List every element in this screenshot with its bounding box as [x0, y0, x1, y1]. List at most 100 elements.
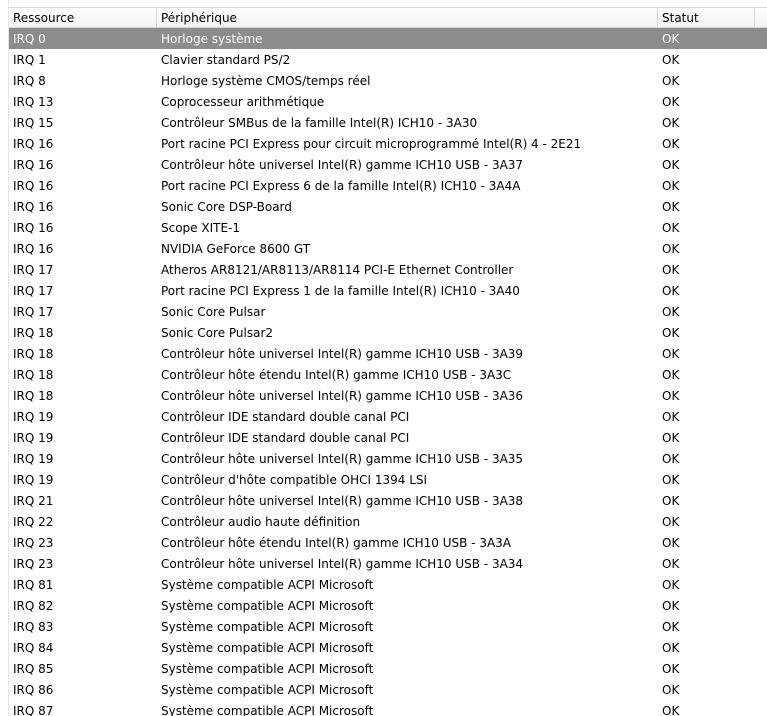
cell-statut: OK: [662, 367, 680, 382]
cell-peripherique: Contrôleur hôte universel Intel(R) gamme…: [161, 556, 524, 571]
cell-peripherique: Système compatible ACPI Microsoft: [161, 682, 374, 697]
cell-ressource: IRQ 0: [13, 31, 46, 46]
cell-statut: OK: [662, 661, 680, 676]
cell-ressource: IRQ 1: [13, 52, 46, 67]
table-row[interactable]: IRQ 81 Système compatible ACPI Microsoft O…: [9, 574, 767, 595]
cell-statut: OK: [662, 388, 680, 403]
table-row[interactable]: IRQ 18 Contrôleur hôte universel Intel(R)…: [9, 343, 767, 364]
cell-ressource: IRQ 15: [13, 115, 54, 130]
cell-ressource: IRQ 23: [13, 535, 54, 550]
cell-statut: OK: [662, 598, 680, 613]
cell-ressource: IRQ 16: [13, 136, 54, 151]
table-row[interactable]: IRQ 16 Sonic Core DSP-Board OK: [9, 196, 767, 217]
table-row[interactable]: IRQ 83 Système compatible ACPI Microsoft O…: [9, 616, 767, 637]
table-row[interactable]: IRQ 19 Contrôleur IDE standard double can…: [9, 406, 767, 427]
cell-ressource: IRQ 16: [13, 199, 54, 214]
cell-statut: OK: [662, 451, 680, 466]
cell-peripherique: Contrôleur hôte universel Intel(R) gamme…: [161, 451, 524, 466]
cell-peripherique: Sonic Core Pulsar: [161, 304, 266, 319]
table-row[interactable]: IRQ 82 Système compatible ACPI Microsoft O…: [9, 595, 767, 616]
cell-statut: OK: [662, 619, 680, 634]
cell-peripherique: NVIDIA GeForce 8600 GT: [161, 241, 311, 256]
cell-peripherique: Coprocesseur arithmétique: [161, 94, 325, 109]
table-row[interactable]: IRQ 16 NVIDIA GeForce 8600 GT OK: [9, 238, 767, 259]
table-row[interactable]: IRQ 16 Port racine PCI Express pour circu…: [9, 133, 767, 154]
column-header-peripherique[interactable]: Périphérique: [157, 8, 658, 27]
cell-statut: OK: [662, 682, 680, 697]
cell-statut: OK: [662, 178, 680, 193]
cell-peripherique: Système compatible ACPI Microsoft: [161, 661, 374, 676]
cell-statut: OK: [662, 241, 680, 256]
table-row[interactable]: IRQ 19 Contrôleur d'hôte compatible OHCI …: [9, 469, 767, 490]
cell-peripherique: Système compatible ACPI Microsoft: [161, 598, 374, 613]
cell-ressource: IRQ 13: [13, 94, 54, 109]
cell-statut: OK: [662, 136, 680, 151]
table-row[interactable]: IRQ 19 Contrôleur IDE standard double can…: [9, 427, 767, 448]
table-row[interactable]: IRQ 13 Coprocesseur arithmétique OK: [9, 91, 767, 112]
table-row[interactable]: IRQ 0 Horloge système OK: [9, 28, 767, 49]
table-row[interactable]: IRQ 86 Système compatible ACPI Microsoft O…: [9, 679, 767, 700]
cell-statut: OK: [662, 703, 680, 716]
cell-statut: OK: [662, 220, 680, 235]
cell-peripherique: Port racine PCI Express 6 de la famille …: [161, 178, 521, 193]
cell-peripherique: Sonic Core DSP-Board: [161, 199, 292, 214]
column-header-filler: [755, 8, 767, 27]
table-row[interactable]: IRQ 22 Contrôleur audio haute définition O…: [9, 511, 767, 532]
cell-statut: OK: [662, 262, 680, 277]
cell-peripherique: Contrôleur IDE standard double canal PCI: [161, 430, 410, 445]
table-row[interactable]: IRQ 18 Contrôleur hôte universel Intel(R)…: [9, 385, 767, 406]
table-row[interactable]: IRQ 8 Horloge système CMOS/temps réel OK: [9, 70, 767, 91]
cell-peripherique: Contrôleur hôte universel Intel(R) gamme…: [161, 493, 524, 508]
table-row[interactable]: IRQ 87 Système compatible ACPI Microsoft O…: [9, 700, 767, 716]
cell-statut: OK: [662, 115, 680, 130]
table-row[interactable]: IRQ 21 Contrôleur hôte universel Intel(R)…: [9, 490, 767, 511]
cell-statut: OK: [662, 430, 680, 445]
cell-statut: OK: [662, 283, 680, 298]
cell-ressource: IRQ 17: [13, 304, 54, 319]
table-row[interactable]: IRQ 17 Port racine PCI Express 1 de la fa…: [9, 280, 767, 301]
table-row[interactable]: IRQ 18 Contrôleur hôte étendu Intel(R) ga…: [9, 364, 767, 385]
table-row[interactable]: IRQ 18 Sonic Core Pulsar2 OK: [9, 322, 767, 343]
table-row[interactable]: IRQ 16 Contrôleur hôte universel Intel(R)…: [9, 154, 767, 175]
cell-ressource: IRQ 18: [13, 388, 54, 403]
cell-peripherique: Contrôleur hôte universel Intel(R) gamme…: [161, 346, 524, 361]
cell-peripherique: Contrôleur hôte étendu Intel(R) gamme IC…: [161, 367, 512, 382]
cell-ressource: IRQ 18: [13, 367, 54, 382]
cell-peripherique: Contrôleur IDE standard double canal PCI: [161, 409, 410, 424]
table-row[interactable]: IRQ 15 Contrôleur SMBus de la famille Int…: [9, 112, 767, 133]
column-header-ressource[interactable]: Ressource: [9, 8, 157, 27]
cell-ressource: IRQ 84: [13, 640, 54, 655]
cell-ressource: IRQ 18: [13, 325, 54, 340]
table-row[interactable]: IRQ 16 Port racine PCI Express 6 de la fa…: [9, 175, 767, 196]
resource-list-view[interactable]: Ressource Périphérique Statut IRQ 0 Horlo…: [0, 0, 767, 716]
table-row[interactable]: IRQ 16 Scope XITE-1 OK: [9, 217, 767, 238]
list-header: Ressource Périphérique Statut: [9, 7, 767, 28]
table-row[interactable]: IRQ 17 Sonic Core Pulsar OK: [9, 301, 767, 322]
table-row[interactable]: IRQ 19 Contrôleur hôte universel Intel(R)…: [9, 448, 767, 469]
cell-peripherique: Contrôleur hôte universel Intel(R) gamme…: [161, 157, 524, 172]
table-row[interactable]: IRQ 84 Système compatible ACPI Microsoft O…: [9, 637, 767, 658]
table-row[interactable]: IRQ 17 Atheros AR8121/AR8113/AR8114 PCI-E…: [9, 259, 767, 280]
table-row[interactable]: IRQ 23 Contrôleur hôte étendu Intel(R) ga…: [9, 532, 767, 553]
cell-peripherique: Horloge système: [161, 31, 263, 46]
cell-peripherique: Horloge système CMOS/temps réel: [161, 73, 371, 88]
cell-statut: OK: [662, 52, 680, 67]
cell-ressource: IRQ 19: [13, 472, 54, 487]
cell-ressource: IRQ 19: [13, 451, 54, 466]
cell-statut: OK: [662, 325, 680, 340]
cell-peripherique: Contrôleur SMBus de la famille Intel(R) …: [161, 115, 478, 130]
table-row[interactable]: IRQ 23 Contrôleur hôte universel Intel(R)…: [9, 553, 767, 574]
cell-ressource: IRQ 85: [13, 661, 54, 676]
table-row[interactable]: IRQ 85 Système compatible ACPI Microsoft O…: [9, 658, 767, 679]
cell-ressource: IRQ 83: [13, 619, 54, 634]
cell-peripherique: Port racine PCI Express 1 de la famille …: [161, 283, 520, 298]
cell-peripherique: Système compatible ACPI Microsoft: [161, 619, 374, 634]
cell-ressource: IRQ 23: [13, 556, 54, 571]
cell-statut: OK: [662, 199, 680, 214]
cell-statut: OK: [662, 472, 680, 487]
table-row[interactable]: IRQ 1 Clavier standard PS/2 OK: [9, 49, 767, 70]
cell-statut: OK: [662, 493, 680, 508]
column-header-statut[interactable]: Statut: [658, 8, 755, 27]
cell-statut: OK: [662, 535, 680, 550]
cell-statut: OK: [662, 31, 680, 46]
